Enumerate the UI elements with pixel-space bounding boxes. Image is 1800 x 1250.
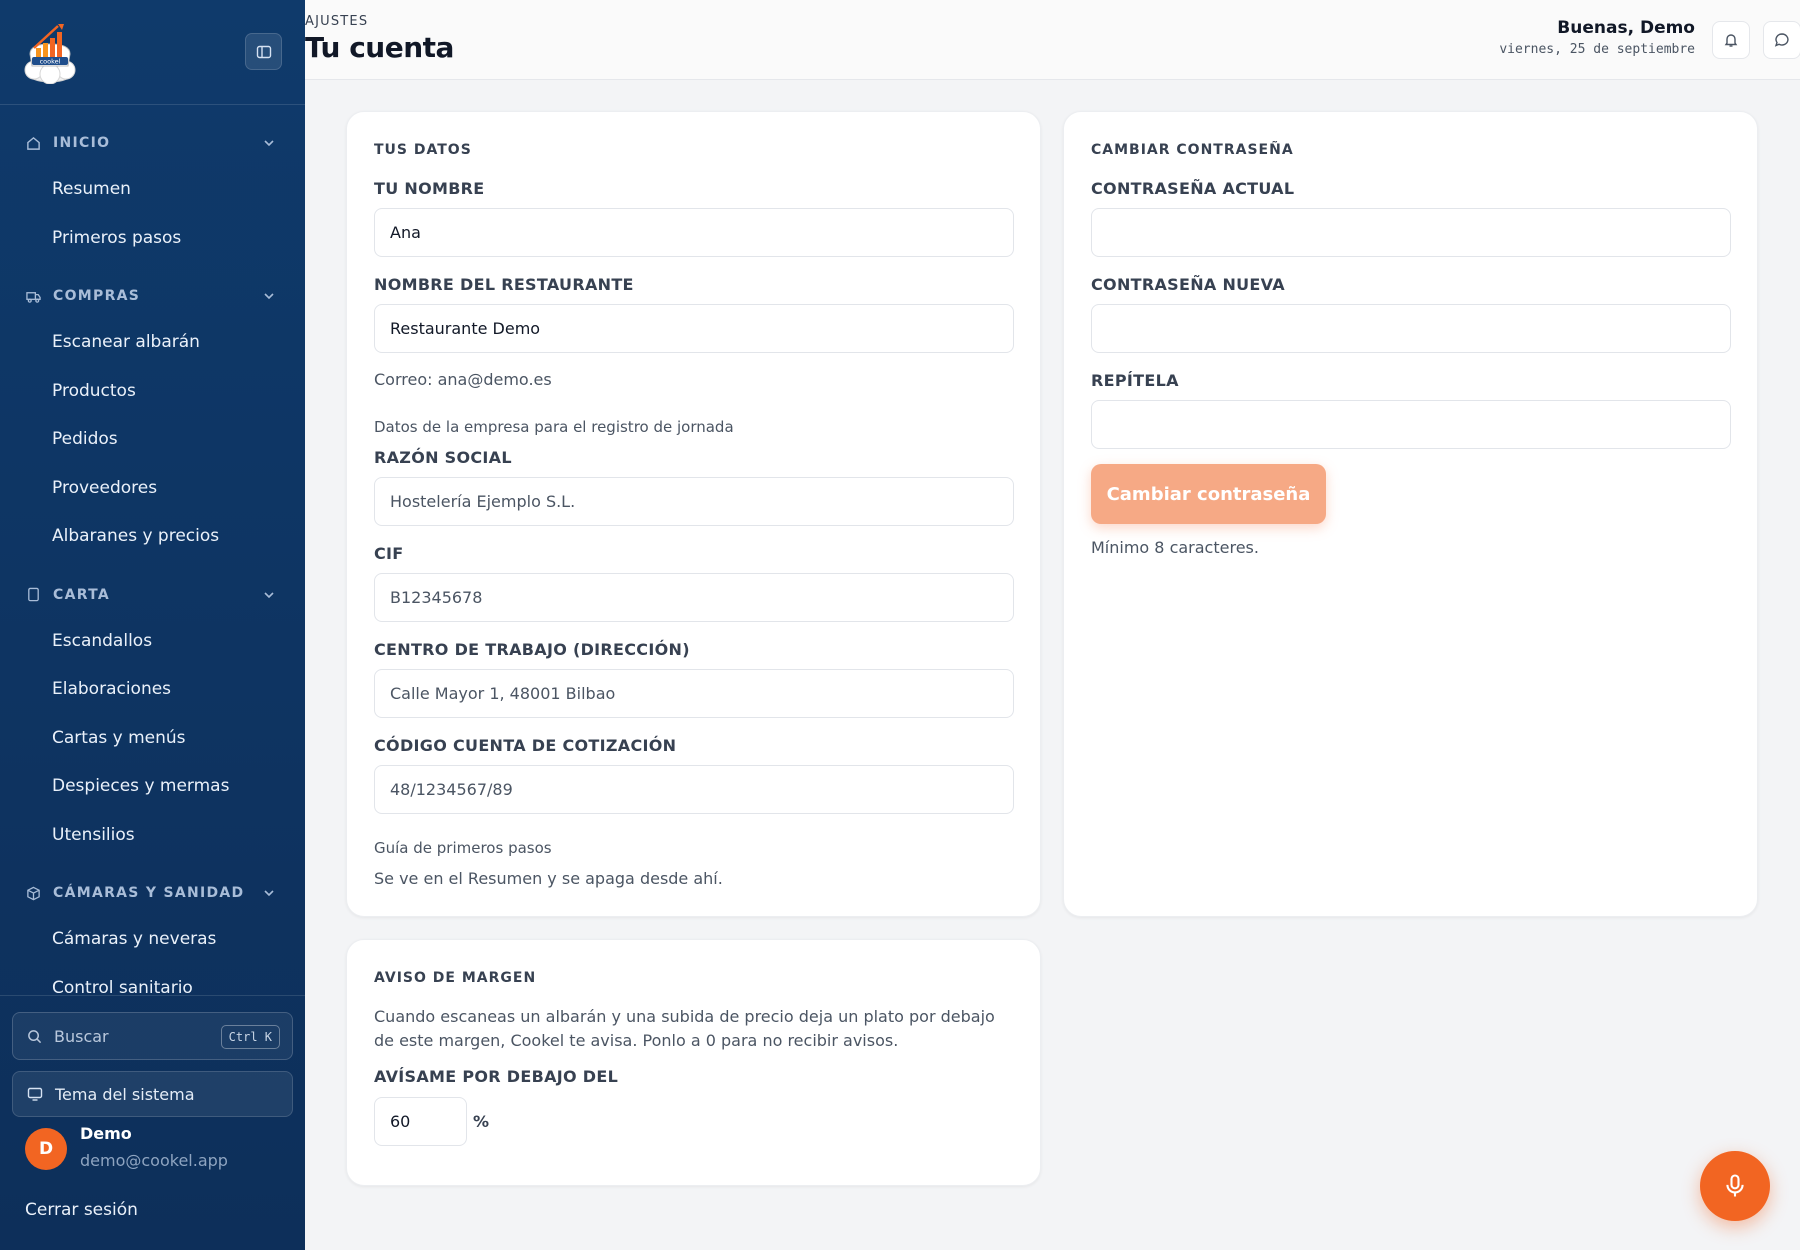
current-date: viernes, 25 de septiembre [1499, 42, 1695, 57]
centro-label: CENTRO DE TRABAJO (DIRECCIÓN) [374, 640, 690, 659]
nav-section-inicio[interactable]: INICIO [0, 121, 305, 165]
nav-section-label: CÁMARAS Y SANIDAD [53, 885, 245, 901]
chevron-down-icon [264, 140, 274, 147]
sidebar-item-camaras-neveras[interactable]: Cámaras y neveras [0, 915, 305, 964]
company-note: Datos de la empresa para el registro de … [374, 418, 734, 436]
box-icon [26, 886, 41, 901]
sidebar-item-cartas-menus[interactable]: Cartas y menús [0, 714, 305, 763]
search-input[interactable]: Buscar Ctrl K [12, 1012, 293, 1060]
repeat-password-label: REPÍTELA [1091, 371, 1179, 390]
avatar[interactable]: D [25, 1128, 67, 1170]
card-title: CAMBIAR CONTRASEÑA [1091, 142, 1294, 158]
card-aviso-margen: AVISO DE MARGEN Cuando escaneas un albar… [346, 939, 1041, 1186]
margin-description: Cuando escaneas un albarán y una subida … [374, 1007, 995, 1050]
home-icon [26, 136, 41, 151]
sidebar-item-albaranes-precios[interactable]: Albaranes y precios [0, 512, 305, 561]
nav-section-compras[interactable]: COMPRAS [0, 274, 305, 318]
sidebar-toggle-icon [256, 45, 271, 58]
sidebar-item-escandallos[interactable]: Escandallos [0, 617, 305, 666]
razon-social-label: RAZÓN SOCIAL [374, 448, 512, 467]
cookel-logo[interactable]: cookel [22, 18, 78, 85]
notifications-button[interactable] [1712, 21, 1750, 59]
search-placeholder: Buscar [54, 1026, 109, 1046]
email-note: Correo: ana@demo.es [374, 370, 552, 389]
password-hint: Mínimo 8 caracteres. [1091, 538, 1259, 557]
ccc-field[interactable]: 48/1234567/89 [374, 765, 1014, 814]
sidebar-item-elaboraciones[interactable]: Elaboraciones [0, 665, 305, 714]
sidebar-item-utensilios[interactable]: Utensilios [0, 811, 305, 860]
search-shortcut: Ctrl K [220, 1025, 280, 1049]
margin-threshold-input[interactable]: 60 [374, 1097, 467, 1146]
sidebar-item-proveedores[interactable]: Proveedores [0, 464, 305, 513]
chevron-down-icon [264, 890, 274, 897]
monitor-icon [27, 1087, 43, 1101]
chat-bubble-icon [1774, 33, 1789, 47]
book-icon [26, 587, 41, 602]
chevron-down-icon [264, 591, 274, 598]
percent-unit: % [473, 1112, 490, 1131]
sidebar-item-control-sanitario[interactable]: Control sanitario [0, 964, 305, 1013]
user-email: demo@cookel.app [80, 1151, 228, 1170]
top-header: AJUSTES Tu cuenta Buenas, Demo viernes, … [305, 0, 1800, 80]
microphone-icon [1726, 1174, 1744, 1197]
sidebar-item-despieces-mermas[interactable]: Despieces y mermas [0, 762, 305, 811]
name-field[interactable]: Ana [374, 208, 1014, 257]
new-password-field[interactable] [1091, 304, 1731, 353]
theme-toggle-button[interactable]: Tema del sistema [12, 1071, 293, 1117]
chat-button[interactable] [1763, 21, 1800, 59]
current-password-label: CONTRASEÑA ACTUAL [1091, 179, 1295, 198]
cif-field[interactable]: B12345678 [374, 573, 1014, 622]
guide-subnote: Se ve en el Resumen y se apaga desde ahí… [374, 869, 723, 888]
user-name: Demo [80, 1124, 132, 1143]
card-cambiar-contrasena: CAMBIAR CONTRASEÑA CONTRASEÑA ACTUAL CON… [1063, 111, 1758, 917]
chevron-down-icon [264, 293, 274, 300]
nav-section-label: COMPRAS [53, 288, 141, 304]
new-password-label: CONTRASEÑA NUEVA [1091, 275, 1285, 294]
sidebar-footer-divider [0, 995, 305, 996]
card-tus-datos: TUS DATOS TU NOMBRE Ana NOMBRE DEL RESTA… [346, 111, 1041, 917]
ccc-label: CÓDIGO CUENTA DE COTIZACIÓN [374, 736, 677, 755]
sidebar-item-primeros-pasos[interactable]: Primeros pasos [0, 214, 305, 263]
voice-assistant-button[interactable] [1700, 1151, 1770, 1221]
repeat-password-field[interactable] [1091, 400, 1731, 449]
logout-link[interactable]: Cerrar sesión [25, 1200, 138, 1220]
nav-section-carta[interactable]: CARTA [0, 573, 305, 617]
restaurant-label: NOMBRE DEL RESTAURANTE [374, 275, 634, 294]
centro-field[interactable]: Calle Mayor 1, 48001 Bilbao [374, 669, 1014, 718]
margin-threshold-label: AVÍSAME POR DEBAJO DEL [374, 1067, 619, 1086]
sidebar-header: cookel [0, 0, 305, 105]
greeting: Buenas, Demo [1557, 18, 1695, 38]
sidebar-item-resumen[interactable]: Resumen [0, 165, 305, 214]
guide-note: Guía de primeros pasos [374, 839, 552, 857]
cif-label: CIF [374, 544, 404, 563]
restaurant-field[interactable]: Restaurante Demo [374, 304, 1014, 353]
nav-section-camaras-sanidad[interactable]: CÁMARAS Y SANIDAD [0, 871, 305, 915]
card-title: AVISO DE MARGEN [374, 970, 537, 986]
sidebar-item-pedidos[interactable]: Pedidos [0, 415, 305, 464]
nav-section-label: INICIO [53, 135, 111, 151]
change-password-button[interactable]: Cambiar contraseña [1091, 464, 1326, 524]
current-password-field[interactable] [1091, 208, 1731, 257]
logo-wordmark: cookel [40, 58, 61, 66]
sidebar-item-productos[interactable]: Productos [0, 367, 305, 416]
card-title: TUS DATOS [374, 142, 472, 158]
bell-icon [1724, 34, 1738, 47]
theme-label: Tema del sistema [55, 1084, 195, 1104]
search-icon [28, 1029, 42, 1043]
sidebar: cookel INICIO Resumen Primeros pasos COM… [0, 0, 305, 1250]
nav-section-label: CARTA [53, 586, 111, 603]
truck-icon [26, 289, 41, 304]
name-label: TU NOMBRE [374, 179, 485, 198]
sidebar-toggle-button[interactable] [245, 33, 282, 70]
razon-social-field[interactable]: Hostelería Ejemplo S.L. [374, 477, 1014, 526]
sidebar-nav: INICIO Resumen Primeros pasos COMPRAS Es… [0, 105, 305, 1012]
sidebar-item-escanear-albaran[interactable]: Escanear albarán [0, 318, 305, 367]
breadcrumb: AJUSTES [305, 14, 369, 29]
page-title: Tu cuenta [305, 31, 454, 64]
